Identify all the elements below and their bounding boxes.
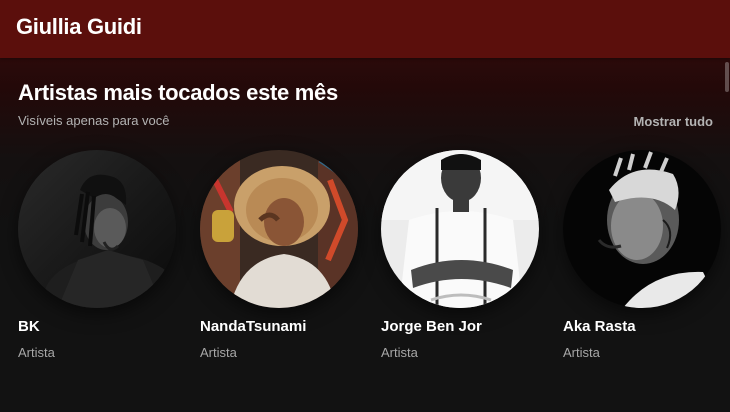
artist-type: Artista — [381, 345, 418, 360]
artist-name[interactable]: Jorge Ben Jor — [381, 318, 482, 335]
artist-name[interactable]: NandaTsunami — [200, 318, 306, 335]
artist-image[interactable] — [381, 150, 539, 308]
section-subtitle: Visíveis apenas para você — [18, 113, 170, 128]
artist-type: Artista — [563, 345, 600, 360]
artist-type: Artista — [18, 345, 55, 360]
artist-name[interactable]: BK — [18, 318, 40, 335]
section-title[interactable]: Artistas mais tocados este mês — [18, 80, 338, 106]
top-bar: Giullia Guidi — [0, 0, 730, 58]
artist-card[interactable]: NandaTsunami Artista — [200, 150, 362, 370]
show-all-link[interactable]: Mostrar tudo — [634, 114, 713, 129]
artist-image[interactable] — [18, 150, 176, 308]
artist-card[interactable]: Aka Rasta Artista — [563, 150, 725, 370]
profile-page: Giullia Guidi Artistas mais tocados este… — [0, 0, 730, 412]
artist-card[interactable]: Jorge Ben Jor Artista — [381, 150, 543, 370]
artist-image[interactable] — [200, 150, 358, 308]
artist-name[interactable]: Aka Rasta — [563, 318, 636, 335]
artist-image[interactable] — [563, 150, 721, 308]
profile-name: Giullia Guidi — [16, 14, 142, 39]
artist-type: Artista — [200, 345, 237, 360]
artist-card[interactable]: BK Artista — [18, 150, 180, 370]
scrollbar[interactable] — [725, 62, 729, 92]
